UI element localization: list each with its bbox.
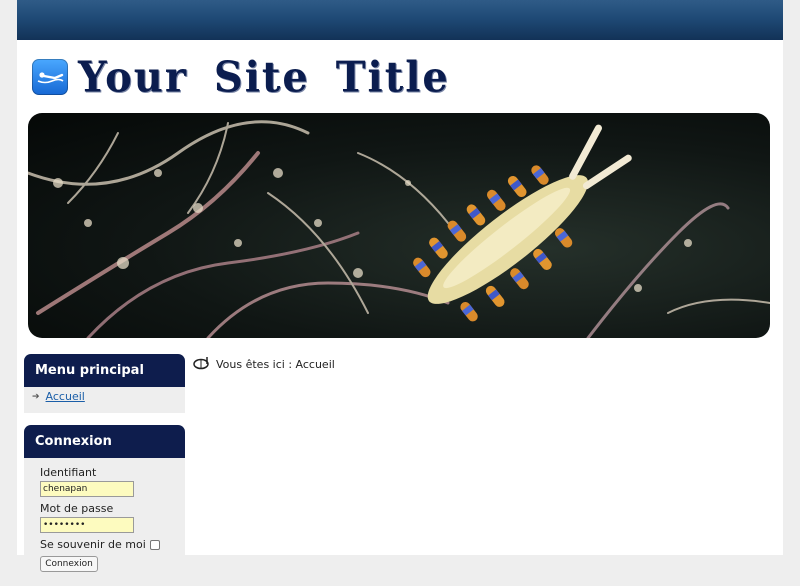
breadcrumb-text: Vous êtes ici : Accueil — [216, 358, 335, 371]
login-form: Identifiant chenapan Mot de passe ••••••… — [24, 458, 185, 574]
menu-link-accueil[interactable]: Accueil — [46, 390, 85, 403]
remember-me-checkbox[interactable] — [149, 539, 160, 550]
main-menu-module: Menu principal ➔ Accueil — [24, 354, 185, 413]
diver-icon — [32, 59, 68, 95]
remember-me-label: Se souvenir de moi — [40, 538, 146, 551]
password-field[interactable]: •••••••• — [40, 517, 134, 533]
main-menu-title: Menu principal — [24, 354, 185, 387]
arrow-right-icon: ➔ — [32, 391, 40, 402]
login-module: Connexion Identifiant chenapan Mot de pa… — [24, 425, 185, 574]
remember-me-row: Se souvenir de moi — [40, 538, 185, 551]
menu-item-accueil: ➔ Accueil — [24, 390, 185, 403]
username-field[interactable]: chenapan — [40, 481, 134, 497]
site-header: Your Site Title — [32, 52, 450, 102]
main-menu-body: ➔ Accueil — [24, 387, 185, 413]
site-title[interactable]: Your Site Title — [78, 52, 450, 101]
header-banner-image — [28, 113, 770, 338]
top-bar — [17, 0, 783, 40]
password-label: Mot de passe — [40, 502, 114, 515]
login-submit-button[interactable]: Connexion — [40, 556, 98, 572]
sidebar: Menu principal ➔ Accueil Connexion Ident… — [24, 354, 185, 586]
diving-mask-icon — [192, 355, 210, 374]
breadcrumb: Vous êtes ici : Accueil — [192, 355, 335, 374]
username-label: Identifiant — [40, 466, 97, 479]
login-title: Connexion — [24, 425, 185, 458]
